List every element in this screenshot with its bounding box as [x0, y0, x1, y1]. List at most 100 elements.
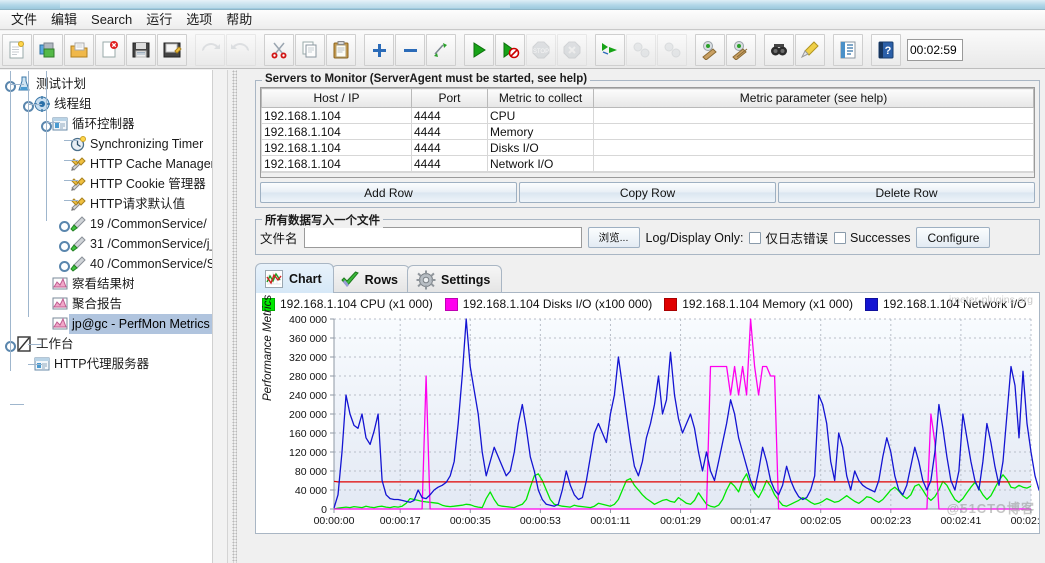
tab-chart[interactable]: Chart	[255, 263, 334, 293]
tab-strip: Chart Rows Settings	[255, 263, 1040, 293]
tab-rows[interactable]: Rows	[330, 265, 410, 293]
menu-item-3[interactable]: 运行	[139, 11, 179, 29]
delete-row-button[interactable]: Delete Row	[778, 182, 1035, 203]
tree-expand-handle[interactable]	[58, 219, 70, 232]
search-icon[interactable]	[764, 33, 794, 66]
tree-node-6[interactable]: HTTP请求默认值	[0, 194, 227, 214]
successes-box[interactable]	[834, 231, 846, 244]
servers-cell-param[interactable]	[593, 155, 1034, 172]
servers-cell-host[interactable]: 192.168.1.104	[261, 107, 412, 124]
toggle-icon[interactable]	[426, 33, 456, 66]
expand-icon[interactable]	[364, 33, 394, 66]
templates-icon[interactable]	[33, 33, 63, 66]
configure-button[interactable]: Configure	[916, 227, 991, 248]
paste-icon[interactable]	[326, 33, 356, 66]
table-row[interactable]: 192.168.1.104 4444 Memory	[261, 123, 1034, 140]
log-display-only-label: Log/Display Only:	[645, 230, 744, 245]
servers-cell-port[interactable]: 4444	[411, 107, 488, 124]
copy-row-button[interactable]: Copy Row	[519, 182, 776, 203]
servers-cell-port[interactable]: 4444	[411, 123, 488, 140]
table-row[interactable]: 192.168.1.104 4444 Network I/O	[261, 155, 1034, 172]
servers-table[interactable]: Host / IP Port Metric to collect Metric par…	[261, 88, 1034, 172]
servers-column-header[interactable]: Host / IP	[261, 88, 412, 108]
add-row-button[interactable]: Add Row	[260, 182, 517, 203]
tree-node-label: 聚合报告	[72, 297, 123, 311]
tree-node-5[interactable]: HTTP Cookie 管理器	[0, 174, 227, 194]
legend-label: 192.168.1.104 Memory (x1 000)	[682, 297, 853, 311]
tree-node-9[interactable]: 40 /CommonService/Sy	[0, 254, 227, 274]
tree-node-10[interactable]: 察看结果树	[0, 274, 227, 294]
save-as-icon[interactable]	[157, 33, 187, 66]
table-row[interactable]: 192.168.1.104 4444 CPU	[261, 107, 1034, 124]
row-buttons: Add Row Copy Row Delete Row	[260, 182, 1035, 203]
tree-scrollbar[interactable]	[212, 70, 227, 563]
new-icon[interactable]	[2, 33, 32, 66]
legend-entry[interactable]: 192.168.1.104 CPU (x1 000)	[262, 297, 433, 311]
servers-cell-metric[interactable]: CPU	[487, 107, 594, 124]
remote-start-icon[interactable]	[595, 33, 625, 66]
legend-entry[interactable]: 192.168.1.104 Disks I/O (x100 000)	[444, 297, 652, 311]
chart-canvas[interactable]: 0 40 000 80 000 120 000 160 000 200 000 240 00…	[256, 313, 1039, 531]
servers-cell-param[interactable]	[593, 107, 1034, 124]
legend-entry[interactable]: 192.168.1.104 Memory (x1 000)	[664, 297, 853, 311]
close-icon[interactable]	[95, 33, 125, 66]
servers-cell-host[interactable]: 192.168.1.104	[261, 123, 412, 140]
menu-item-0[interactable]: 文件	[4, 11, 44, 29]
successes-label: Successes	[850, 230, 911, 245]
servers-cell-host[interactable]: 192.168.1.104	[261, 155, 412, 172]
tree-connector	[46, 122, 60, 123]
tab-settings[interactable]: Settings	[407, 265, 503, 293]
tree-node-12[interactable]: jp@gc - PerfMon Metrics Collec	[0, 314, 227, 334]
servers-column-header[interactable]: Port	[411, 88, 488, 108]
tree-node-0[interactable]: 测试计划	[0, 74, 227, 94]
browse-button[interactable]: 浏览...	[587, 227, 640, 248]
servers-cell-metric[interactable]: Disks I/O	[487, 139, 594, 156]
collapse-icon[interactable]	[395, 33, 425, 66]
servers-table-wrap: Host / IP Port Metric to collect Metric par…	[260, 87, 1035, 178]
table-row[interactable]: 192.168.1.104 4444 Disks I/O	[261, 139, 1034, 156]
tree-expand-handle[interactable]	[58, 239, 70, 252]
function-helper-icon[interactable]	[833, 33, 863, 66]
servers-cell-host[interactable]: 192.168.1.104	[261, 139, 412, 156]
servers-cell-metric[interactable]: Network I/O	[487, 155, 594, 172]
test-plan-tree[interactable]: 测试计划 线程组 循环控制器 Synchronizing Timer HTTP Cach…	[0, 70, 228, 563]
clear-all-icon[interactable]	[726, 33, 756, 66]
servers-column-header[interactable]: Metric to collect	[487, 88, 594, 108]
tree-node-7[interactable]: 19 /CommonService/	[0, 214, 227, 234]
cut-icon[interactable]	[264, 33, 294, 66]
tree-node-3[interactable]: Synchronizing Timer	[0, 134, 227, 154]
errors-only-box[interactable]	[749, 231, 762, 244]
tree-expand-handle[interactable]	[58, 259, 70, 272]
split-pane-divider[interactable]	[228, 70, 250, 563]
servers-cell-param[interactable]	[593, 139, 1034, 156]
start-icon[interactable]	[464, 33, 494, 66]
copy-icon[interactable]	[295, 33, 325, 66]
servers-column-header[interactable]: Metric parameter (see help)	[593, 88, 1034, 108]
servers-cell-port[interactable]: 4444	[411, 139, 488, 156]
filename-input[interactable]	[303, 227, 582, 248]
clear-icon[interactable]	[695, 33, 725, 66]
menu-item-1[interactable]: 编辑	[44, 11, 84, 29]
menu-item-5[interactable]: 帮助	[219, 11, 259, 29]
reset-search-icon[interactable]	[795, 33, 825, 66]
servers-cell-port[interactable]: 4444	[411, 155, 488, 172]
svg-text:360 000: 360 000	[289, 333, 327, 345]
save-icon[interactable]	[126, 33, 156, 66]
tree-node-2[interactable]: 循环控制器	[0, 114, 227, 134]
menu-item-4[interactable]: 选项	[179, 11, 219, 29]
tree-connector	[64, 140, 78, 141]
tree-node-11[interactable]: 聚合报告	[0, 294, 227, 314]
tree-node-8[interactable]: 31 /CommonService/j_s	[0, 234, 227, 254]
svg-text:00:00:53: 00:00:53	[520, 515, 561, 527]
tree-node-4[interactable]: HTTP Cache Manager	[0, 154, 227, 174]
help-icon[interactable]: ?	[871, 33, 901, 66]
chart-series-2	[333, 480, 1031, 483]
menu-item-2[interactable]: Search	[84, 11, 139, 29]
errors-only-checkbox[interactable]: 仅日志错误	[749, 228, 828, 247]
start-no-pause-icon[interactable]	[495, 33, 525, 66]
open-icon[interactable]	[64, 33, 94, 66]
successes-checkbox[interactable]: Successes	[834, 231, 910, 245]
servers-cell-metric[interactable]: Memory	[487, 123, 594, 140]
tree-leaf-stub	[40, 319, 51, 330]
servers-cell-param[interactable]	[593, 123, 1034, 140]
